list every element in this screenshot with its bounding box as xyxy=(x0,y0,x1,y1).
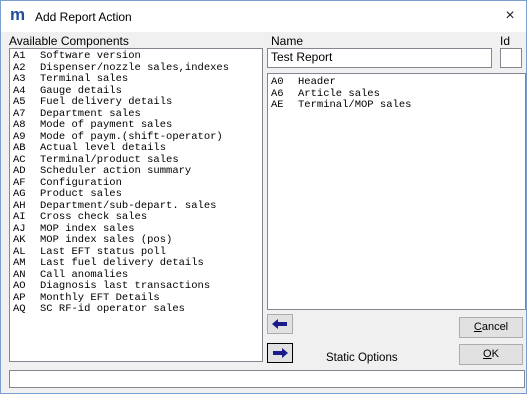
move-right-button[interactable] xyxy=(267,343,293,363)
component-code: A0 xyxy=(271,76,284,88)
component-code: A5 xyxy=(13,96,26,108)
component-code: AE xyxy=(271,99,284,111)
component-code: AK xyxy=(13,234,26,246)
component-label: Gauge details xyxy=(40,84,122,97)
component-label: Diagnosis last transactions xyxy=(40,280,211,292)
id-input[interactable] xyxy=(500,48,522,68)
move-left-button[interactable] xyxy=(267,314,293,334)
component-label: Terminal sales xyxy=(40,73,129,85)
title-bar: m Add Report Action × xyxy=(1,1,526,32)
component-label: Dispenser/nozzle sales,indexes xyxy=(40,61,230,74)
status-bar xyxy=(9,370,525,388)
app-icon: m xyxy=(10,5,26,24)
component-label: Product sales xyxy=(40,188,122,200)
component-label: Mode of payment sales xyxy=(40,119,173,131)
component-label: Actual level details xyxy=(40,142,167,154)
component-code: AD xyxy=(13,165,26,177)
id-label: Id xyxy=(500,34,511,48)
cancel-button-label: Cancel xyxy=(473,321,509,333)
available-components-list[interactable]: A1 Software version A2 Dispenser/nozzle sal… xyxy=(9,48,263,362)
component-code: AB xyxy=(13,142,26,154)
component-label: Call anomalies xyxy=(40,268,129,281)
component-label: Terminal/product sales xyxy=(40,153,179,166)
component-label: MOP index sales (pos) xyxy=(40,234,173,246)
component-code: AQ xyxy=(13,303,26,315)
cancel-button[interactable]: Cancel xyxy=(459,317,523,338)
component-label: Cross check sales xyxy=(40,211,148,223)
list-item[interactable]: AQ SC RF-id operator sales xyxy=(10,303,262,316)
component-code: AG xyxy=(13,188,26,200)
component-label: Last EFT status poll xyxy=(40,245,167,258)
component-code: A1 xyxy=(13,50,26,62)
window-title: Add Report Action xyxy=(35,10,132,24)
component-label: Software version xyxy=(40,50,141,62)
component-label: Scheduler action summary xyxy=(40,165,192,177)
component-code: AM xyxy=(13,257,26,269)
name-label: Name xyxy=(271,34,304,48)
arrow-left-icon xyxy=(272,319,287,329)
list-item[interactable]: AE Terminal/MOP sales xyxy=(268,99,525,112)
component-label: Last fuel delivery details xyxy=(40,257,204,269)
component-label: Configuration xyxy=(40,176,122,189)
component-label: Monthly EFT Details xyxy=(40,291,160,304)
component-label: MOP index sales xyxy=(40,222,135,235)
static-options-label: Static Options xyxy=(326,352,398,364)
component-code: AO xyxy=(13,280,26,292)
component-label: Department/sub-depart. sales xyxy=(40,199,217,212)
name-input[interactable]: Test Report xyxy=(267,48,492,68)
component-label: Fuel delivery details xyxy=(40,96,173,108)
ok-button-label: OK xyxy=(483,348,499,360)
component-label: SC RF-id operator sales xyxy=(40,303,185,315)
ok-button[interactable]: OK xyxy=(459,344,523,365)
component-label: Header xyxy=(298,76,336,88)
component-label: Department sales xyxy=(40,107,141,120)
component-label: Article sales xyxy=(298,87,380,100)
component-label: Mode of paym.(shift-operator) xyxy=(40,130,223,143)
close-icon[interactable]: × xyxy=(496,5,524,27)
component-label: Terminal/MOP sales xyxy=(298,99,412,111)
component-code: A8 xyxy=(13,119,26,131)
selected-components-list[interactable]: A0 Header A6 Article sales AE Terminal/MOP sa… xyxy=(267,73,526,310)
arrow-right-icon xyxy=(273,348,288,358)
component-code: AI xyxy=(13,211,26,223)
add-report-action-dialog: m Add Report Action × Available Componen… xyxy=(0,0,527,394)
component-code: A3 xyxy=(13,73,26,85)
available-components-label: Available Components xyxy=(9,34,129,48)
